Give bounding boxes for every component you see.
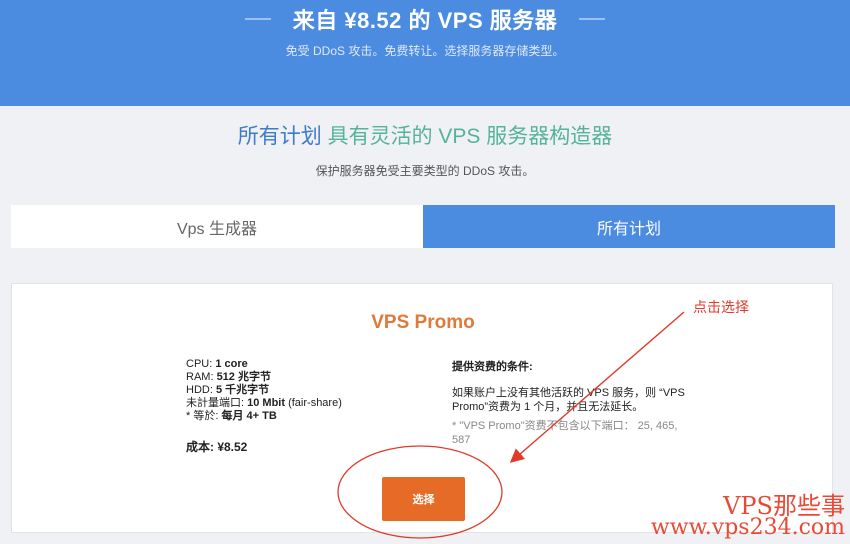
spec-port: 未計量端口: 10 Mbit (fair-share) bbox=[186, 397, 342, 409]
watermark-url: www.vps234.com bbox=[650, 515, 845, 540]
conditions-note: * "VPS Promo"资费不包含以下端口： 25, 465, 587 bbox=[452, 420, 678, 446]
plan-cost: 成本: ¥8.52 bbox=[186, 440, 248, 454]
section-title-highlight: 所有计划 bbox=[237, 125, 322, 148]
spec-hdd: HDD: 5 千兆字节 bbox=[186, 384, 270, 396]
hero-divider-left bbox=[244, 18, 271, 20]
hero-subtitle: 免受 DDoS 攻击。免费转让。选择服务器存储类型。 bbox=[285, 44, 565, 58]
plan-specs: CPU: 1 core RAM: 512 兆字节 HDD: 5 千兆字节 未計量… bbox=[186, 358, 342, 423]
hero-title: 来自 ¥8.52 的 VPS 服务器 bbox=[292, 8, 558, 33]
conditions-title: 提供资费的条件: bbox=[452, 361, 533, 373]
conditions-text: 如果账户上没有其他活跃的 VPS 服务，则 “VPS Promo”资费为 1 个… bbox=[452, 387, 685, 413]
section-title: 所有计划 具有灵活的 VPS 服务器构造器 bbox=[0, 120, 850, 150]
hero-divider-right bbox=[579, 18, 606, 20]
hero-title-row: 来自 ¥8.52 的 VPS 服务器 bbox=[0, 4, 850, 34]
annotation-label: 点击选择 bbox=[693, 299, 749, 315]
tab-all-plans[interactable]: 所有计划 bbox=[423, 205, 835, 248]
plan-conditions: 提供资费的条件: 如果账户上没有其他活跃的 VPS 服务，则 “VPS Prom… bbox=[452, 358, 692, 447]
watermark-title: VPS那些事 bbox=[723, 492, 845, 520]
hero-banner: 来自 ¥8.52 的 VPS 服务器 免受 DDoS 攻击。免费转让。选择服务器… bbox=[0, 0, 850, 106]
select-button[interactable]: 选择 bbox=[382, 477, 465, 521]
spec-traffic: * 等於: 每月 4+ TB bbox=[186, 410, 277, 422]
tab-vps-builder[interactable]: Vps 生成器 bbox=[11, 205, 423, 248]
section-title-rest: 具有灵活的 VPS 服务器构造器 bbox=[321, 125, 613, 148]
spec-cpu: CPU: 1 core bbox=[186, 358, 248, 370]
spec-ram: RAM: 512 兆字节 bbox=[186, 371, 271, 383]
watermark: VPS那些事 www.vps234.com bbox=[590, 492, 845, 540]
section-subtitle: 保护服务器免受主要类型的 DDoS 攻击。 bbox=[315, 164, 535, 178]
plan-tabs: Vps 生成器 所有计划 bbox=[11, 205, 835, 248]
